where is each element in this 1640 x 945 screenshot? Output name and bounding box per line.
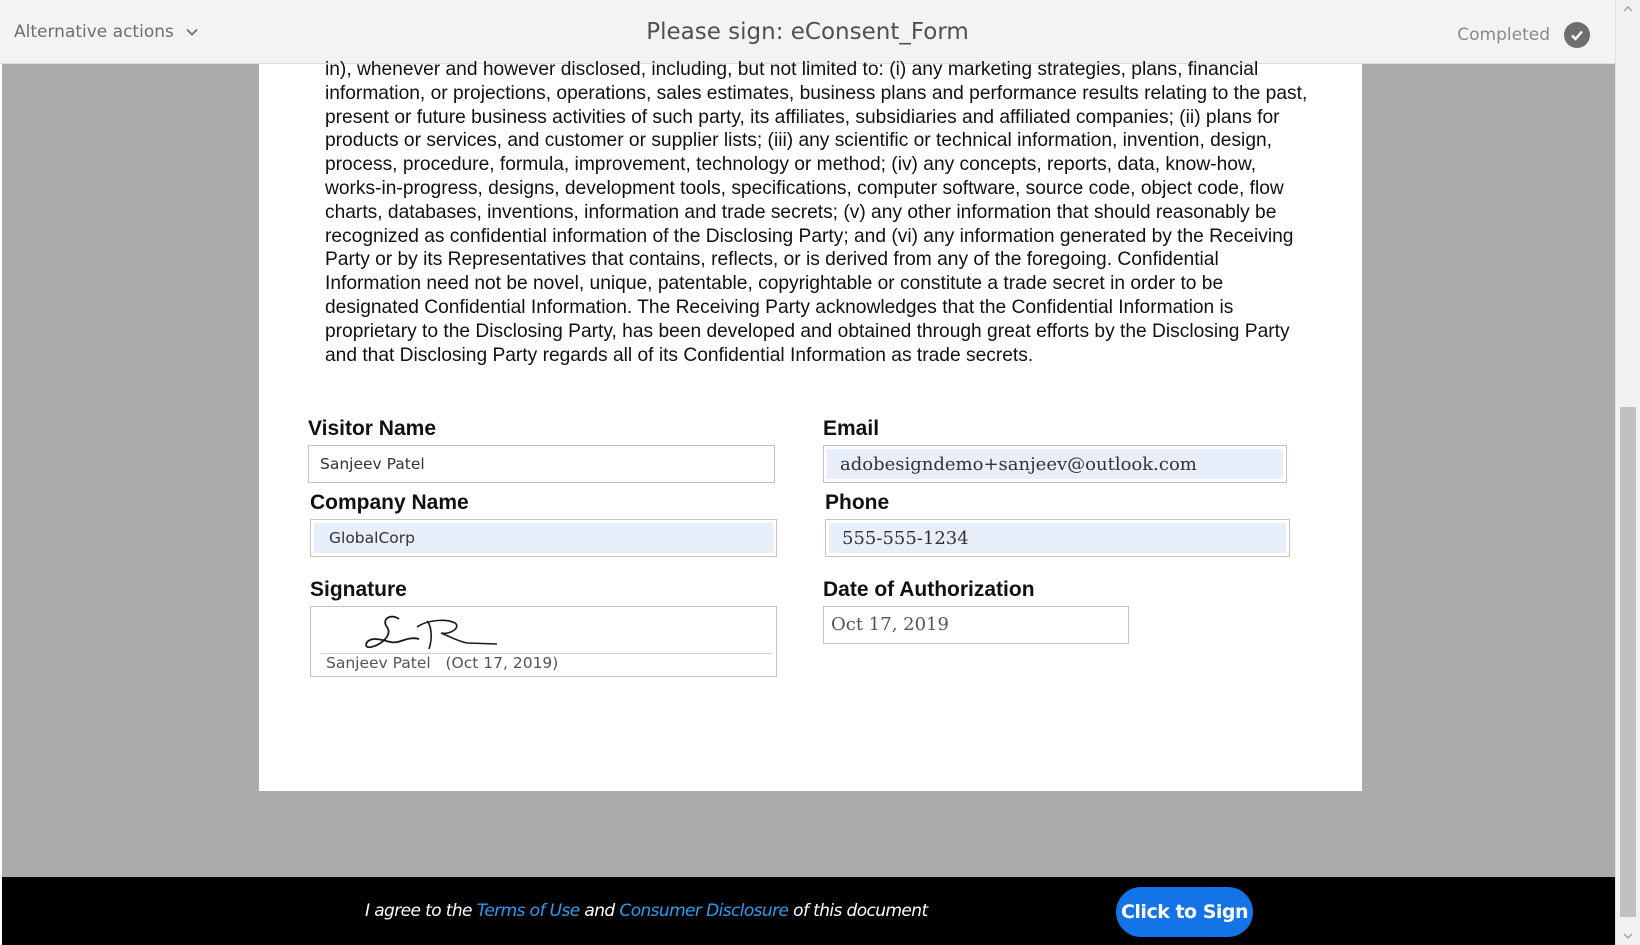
phone-field[interactable]: 555-555-1234 [825, 519, 1290, 557]
phone-value: 555-555-1234 [842, 527, 969, 549]
company-name-label: Company Name [310, 491, 469, 514]
agree-suffix: of this document [788, 901, 928, 921]
scroll-down-arrow-icon[interactable] [1616, 927, 1640, 945]
company-name-field[interactable]: GlobalCorp [310, 519, 777, 557]
top-header: Alternative actions Please sign: eConsen… [0, 0, 1615, 64]
click-to-sign-button[interactable]: Click to Sign [1116, 887, 1253, 937]
vertical-scrollbar[interactable] [1615, 0, 1640, 945]
scrollbar-thumb[interactable] [1620, 407, 1636, 917]
date-of-authorization-field[interactable]: Oct 17, 2019 [823, 606, 1129, 644]
confidential-information-paragraph: in), whenever and however disclosed, inc… [325, 59, 1308, 366]
phone-label: Phone [825, 491, 890, 514]
visitor-name-field[interactable]: Sanjeev Patel [308, 445, 775, 483]
scroll-up-arrow-icon[interactable] [1616, 0, 1640, 18]
signed-date: (Oct 17, 2019) [445, 654, 559, 672]
date-of-authorization-label: Date of Authorization [823, 578, 1035, 601]
signature-label: Signature [310, 578, 407, 601]
status-label: Completed [1457, 25, 1550, 45]
page-title: Please sign: eConsent_Form [646, 19, 969, 45]
email-label: Email [823, 417, 880, 440]
terms-of-use-link[interactable]: Terms of Use [477, 901, 581, 921]
company-name-value: GlobalCorp [329, 529, 415, 547]
document-viewer[interactable]: in), whenever and however disclosed, inc… [2, 59, 1615, 877]
checkmark-circle-icon [1564, 22, 1590, 48]
agreement-text: I agree to the Terms of Use and Consumer… [365, 901, 928, 921]
visitor-name-value: Sanjeev Patel [320, 455, 425, 473]
document-page: in), whenever and however disclosed, inc… [259, 59, 1362, 791]
signature-caption: Sanjeev Patel (Oct 17, 2019) [326, 654, 558, 672]
signing-footer-bar: I agree to the Terms of Use and Consumer… [2, 877, 1615, 945]
agree-and: and [579, 901, 620, 921]
handwritten-signature [365, 615, 498, 650]
signature-field[interactable]: Sanjeev Patel (Oct 17, 2019) [310, 606, 777, 677]
completion-status: Completed [1457, 22, 1590, 48]
consumer-disclosure-link[interactable]: Consumer Disclosure [619, 901, 789, 921]
visitor-name-label: Visitor Name [308, 417, 436, 440]
agree-prefix: I agree to the [365, 901, 477, 921]
email-value: adobesigndemo+sanjeev@outlook.com [840, 453, 1197, 475]
email-field[interactable]: adobesigndemo+sanjeev@outlook.com [823, 445, 1287, 483]
date-of-authorization-value: Oct 17, 2019 [831, 614, 949, 635]
signer-name: Sanjeev Patel [326, 654, 431, 672]
